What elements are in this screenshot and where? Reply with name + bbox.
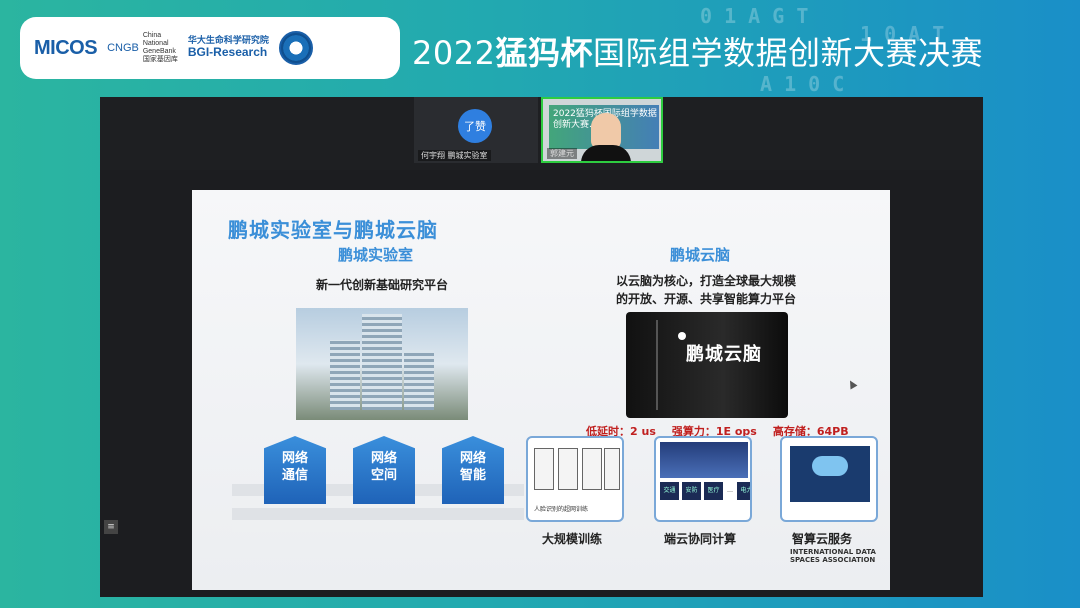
- shared-screen: ≡ 鹏城实验室与鹏城云脑 鹏城实验室 新一代创新基础研究平台 网络 通信 网络 …: [100, 170, 983, 597]
- pillar-network-communication: 网络 通信: [264, 436, 326, 504]
- cngb-mark: CNGB: [107, 41, 139, 54]
- cngb-line: National: [142, 40, 169, 47]
- speaker-body: [581, 145, 631, 161]
- server-logo-dot: [678, 332, 686, 340]
- event-title: 2022猛犸杯国际组学数据创新大赛决赛: [412, 28, 983, 74]
- cngb-line: China: [142, 32, 162, 39]
- diagram-cell: [558, 448, 578, 490]
- tower-shape: [404, 350, 434, 410]
- cngb-line: 国家基因库: [142, 56, 178, 63]
- caption-edge-cloud-computing: 端云协同计算: [664, 532, 737, 546]
- meeting-video-window: 了赞 何宇翔 鹏城实验室 2022猛犸杯国际组学数据 创新大赛... 郭建元 ≡…: [100, 97, 983, 597]
- cloud-icon: [812, 456, 848, 476]
- event-cup-name: 猛犸杯: [495, 34, 593, 72]
- server-photo: 鹏城云脑: [626, 312, 788, 418]
- scenario-tile: …: [727, 487, 733, 494]
- server-rack-edge: [656, 320, 658, 410]
- right-heading: 鹏城云脑: [670, 246, 731, 264]
- right-description: 以云脑为核心，打造全球最大规模 的开放、开源、共享智能算力平台: [586, 272, 826, 308]
- participant-tile[interactable]: 了赞 何宇翔 鹏城实验室: [414, 97, 538, 163]
- micos-logo: MICOS: [34, 36, 98, 59]
- city-photo: [660, 442, 748, 478]
- organization-seal-icon: [278, 31, 313, 65]
- cloud-service-diagram: [780, 436, 878, 522]
- lab-building-photo: [296, 308, 468, 420]
- scenario-tile: 交通: [660, 482, 679, 500]
- caption-large-scale-training: 大规模训练: [542, 532, 603, 546]
- event-year: 2022: [412, 34, 496, 72]
- participant-name: 何宇翔 鹏城实验室: [418, 150, 491, 161]
- menu-icon[interactable]: ≡: [104, 520, 118, 534]
- left-heading: 鹏城实验室: [338, 246, 414, 264]
- pillar-network-space: 网络 空间: [353, 436, 415, 504]
- training-diagram: 人脸识别的超网训练: [526, 436, 624, 522]
- scenario-tile: 安防: [682, 482, 701, 500]
- diagram-cell: [534, 448, 554, 490]
- speaker-face: [591, 113, 621, 149]
- scenario-tile: 电力: [737, 482, 750, 500]
- cloud-illustration: [790, 446, 870, 502]
- idsa-line: INTERNATIONAL DATA: [790, 548, 876, 556]
- scenario-tiles: 交通 安防 医疗 … 电力: [660, 482, 750, 500]
- caption-intelligent-cloud-service: 智算云服务: [792, 532, 853, 546]
- event-title-suffix: 国际组学数据创新大赛决赛: [592, 34, 983, 72]
- tower-shape: [330, 340, 360, 410]
- description-line: 的开放、开源、共享智能算力平台: [615, 292, 796, 306]
- presentation-slide: 鹏城实验室与鹏城云脑 鹏城实验室 新一代创新基础研究平台 网络 通信 网络 空间…: [192, 190, 890, 590]
- cngb-line: GeneBank: [142, 48, 176, 55]
- left-subtitle: 新一代创新基础研究平台: [315, 278, 448, 292]
- slide-title: 鹏城实验室与鹏城云脑: [228, 218, 438, 242]
- background-glyphs: 0 1 A G T: [700, 4, 809, 28]
- sponsor-logo-bar: MICOS CNGB China National GeneBank 国家基因库…: [20, 17, 400, 79]
- scenario-tile: 医疗: [704, 482, 723, 500]
- participant-avatar: 了赞: [458, 109, 492, 143]
- diagram-cell: [604, 448, 620, 490]
- background-glyphs: A 1 0 C: [760, 72, 845, 96]
- participant-name: 郭建元: [547, 148, 577, 159]
- participant-strip: 了赞 何宇翔 鹏城实验室 2022猛犸杯国际组学数据 创新大赛... 郭建元: [414, 97, 663, 163]
- diagram-footer: 人脸识别的超网训练: [534, 506, 589, 513]
- tower-shape: [362, 314, 402, 410]
- bgi-research-logo: 华大生命科学研究院 BGI-Research: [188, 36, 269, 59]
- description-line: 以云脑为核心，打造全球最大规模: [615, 274, 796, 288]
- idsa-line: SPACES ASSOCIATION: [790, 556, 876, 564]
- bgi-en-name: BGI-Research: [187, 45, 268, 60]
- cngb-text: China National GeneBank 国家基因库: [143, 32, 178, 64]
- idsa-logo: INTERNATIONAL DATA SPACES ASSOCIATION: [790, 548, 876, 564]
- pillar-network-intelligence: 网络 智能: [442, 436, 504, 504]
- server-label: 鹏城云脑: [686, 344, 762, 365]
- cngb-logo: CNGB China National GeneBank 国家基因库: [107, 32, 178, 64]
- diagram-cell: [582, 448, 602, 490]
- participant-tile-active-speaker[interactable]: 2022猛犸杯国际组学数据 创新大赛... 郭建元: [541, 97, 663, 163]
- edge-cloud-diagram: 交通 安防 医疗 … 电力: [654, 436, 752, 522]
